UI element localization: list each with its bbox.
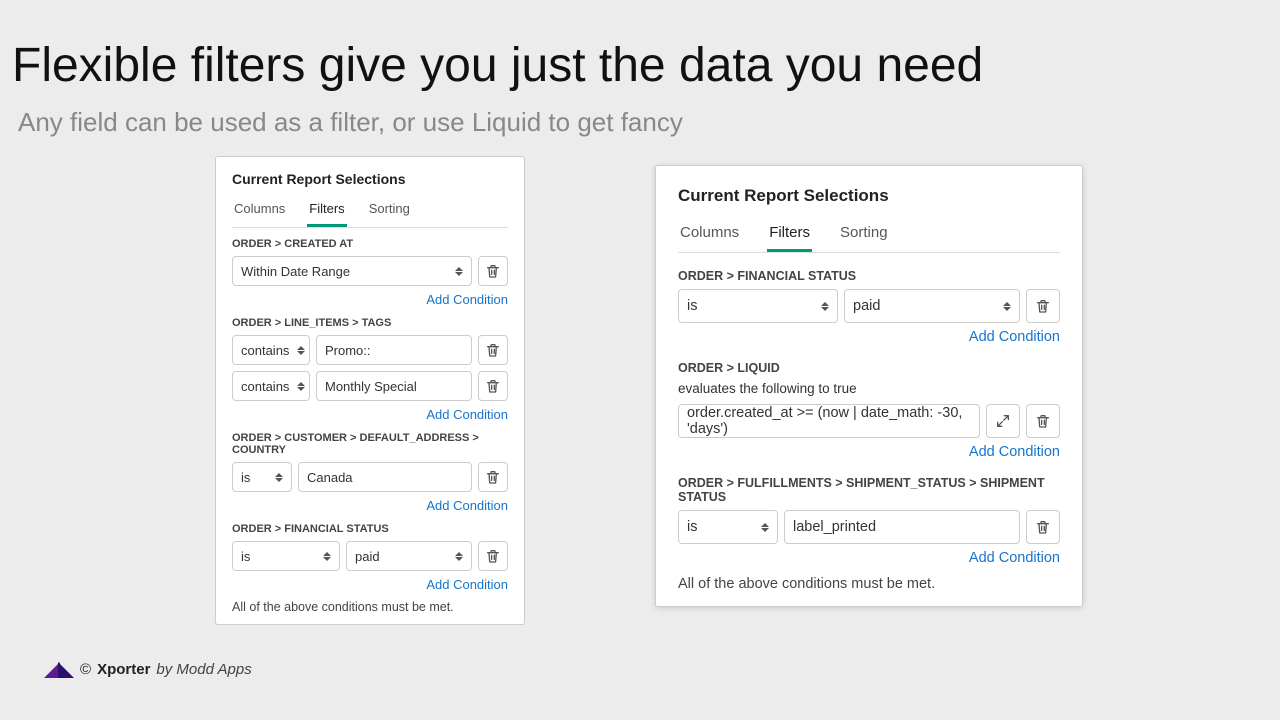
panel-title: Current Report Selections <box>232 171 508 187</box>
left-panel: Current Report Selections Columns Filter… <box>215 156 525 625</box>
trash-icon <box>485 469 501 485</box>
chevron-updown-icon <box>455 267 463 276</box>
filter-value-input[interactable]: Monthly Special <box>316 371 472 401</box>
tabs: Columns Filters Sorting <box>232 197 508 228</box>
chevron-updown-icon <box>455 552 463 561</box>
tab-columns[interactable]: Columns <box>232 197 287 227</box>
liquid-desc: evaluates the following to true <box>678 381 1060 396</box>
chevron-updown-icon <box>323 552 331 561</box>
add-condition-link[interactable]: Add Condition <box>232 407 508 422</box>
tab-sorting[interactable]: Sorting <box>367 197 412 227</box>
delete-button[interactable] <box>1026 404 1060 438</box>
filter-group-label: ORDER > FINANCIAL STATUS <box>232 523 508 535</box>
add-condition-link[interactable]: Add Condition <box>232 498 508 513</box>
trash-icon <box>485 263 501 279</box>
chevron-updown-icon <box>275 473 283 482</box>
filter-group-label: ORDER > LIQUID <box>678 361 1060 375</box>
logo-icon <box>44 660 74 678</box>
chevron-updown-icon <box>297 346 305 355</box>
tab-columns[interactable]: Columns <box>678 220 741 252</box>
operator-select[interactable]: contains <box>232 335 310 365</box>
operator-select[interactable]: is <box>232 541 340 571</box>
add-condition-link[interactable]: Add Condition <box>232 577 508 592</box>
conditions-note: All of the above conditions must be met. <box>678 576 1060 592</box>
liquid-expression-input[interactable]: order.created_at >= (now | date_math: -3… <box>678 404 980 438</box>
filter-group-label: ORDER > FULFILLMENTS > SHIPMENT_STATUS >… <box>678 476 1060 504</box>
right-panel: Current Report Selections Columns Filter… <box>655 165 1083 607</box>
value-select[interactable]: paid <box>844 289 1020 323</box>
operator-select[interactable]: contains <box>232 371 310 401</box>
trash-icon <box>485 378 501 394</box>
trash-icon <box>485 342 501 358</box>
panel-title: Current Report Selections <box>678 186 1060 206</box>
select-value: Within Date Range <box>241 264 350 279</box>
operator-select[interactable]: is <box>232 462 292 492</box>
add-condition-link[interactable]: Add Condition <box>678 550 1060 566</box>
delete-button[interactable] <box>478 335 508 365</box>
add-condition-link[interactable]: Add Condition <box>678 444 1060 460</box>
add-condition-link[interactable]: Add Condition <box>232 292 508 307</box>
filter-group-label: ORDER > LINE_ITEMS > TAGS <box>232 317 508 329</box>
conditions-note: All of the above conditions must be met. <box>232 600 508 614</box>
value-select[interactable]: paid <box>346 541 472 571</box>
filter-value-input[interactable]: Promo:: <box>316 335 472 365</box>
select-value: is <box>241 470 250 485</box>
tab-filters[interactable]: Filters <box>307 197 346 227</box>
select-value: is <box>241 549 250 564</box>
chevron-updown-icon <box>821 302 829 311</box>
chevron-updown-icon <box>761 523 769 532</box>
page-title: Flexible filters give you just the data … <box>0 0 1280 93</box>
delete-button[interactable] <box>478 256 508 286</box>
trash-icon <box>1035 298 1051 314</box>
filter-group-label: ORDER > CREATED AT <box>232 238 508 250</box>
tabs: Columns Filters Sorting <box>678 220 1060 253</box>
chevron-updown-icon <box>297 382 305 391</box>
operator-select[interactable]: is <box>678 510 778 544</box>
select-value: paid <box>355 549 380 564</box>
date-range-select[interactable]: Within Date Range <box>232 256 472 286</box>
delete-button[interactable] <box>478 541 508 571</box>
trash-icon <box>1035 519 1051 535</box>
tab-filters[interactable]: Filters <box>767 220 812 252</box>
delete-button[interactable] <box>1026 510 1060 544</box>
copyright: © <box>80 661 91 678</box>
delete-button[interactable] <box>478 462 508 492</box>
filter-group-label: ORDER > CUSTOMER > DEFAULT_ADDRESS > COU… <box>232 432 508 456</box>
filter-value-input[interactable]: label_printed <box>784 510 1020 544</box>
operator-select[interactable]: is <box>678 289 838 323</box>
expand-icon <box>995 413 1011 429</box>
expand-button[interactable] <box>986 404 1020 438</box>
delete-button[interactable] <box>478 371 508 401</box>
product-name: Xporter <box>97 661 150 678</box>
footer: © Xporter by Modd Apps <box>44 660 252 678</box>
trash-icon <box>1035 413 1051 429</box>
tab-sorting[interactable]: Sorting <box>838 220 890 252</box>
select-value: is <box>687 519 697 535</box>
page-subtitle: Any field can be used as a filter, or us… <box>0 93 1280 138</box>
filter-value-input[interactable]: Canada <box>298 462 472 492</box>
chevron-updown-icon <box>1003 302 1011 311</box>
select-value: is <box>687 298 697 314</box>
by-line: by Modd Apps <box>156 661 251 678</box>
select-value: paid <box>853 298 880 314</box>
delete-button[interactable] <box>1026 289 1060 323</box>
select-value: contains <box>241 343 289 358</box>
select-value: contains <box>241 379 289 394</box>
trash-icon <box>485 548 501 564</box>
add-condition-link[interactable]: Add Condition <box>678 329 1060 345</box>
filter-group-label: ORDER > FINANCIAL STATUS <box>678 269 1060 283</box>
